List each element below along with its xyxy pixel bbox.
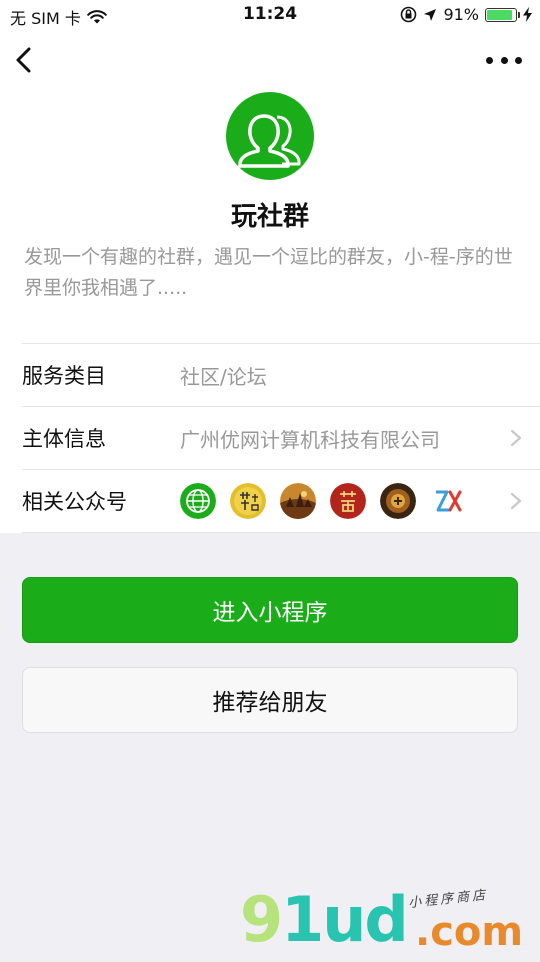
location-arrow-icon	[424, 8, 437, 21]
account-avatar-red-seal[interactable]	[330, 483, 366, 519]
recommend-to-friend-button[interactable]: 推荐给朋友	[22, 667, 518, 733]
back-icon[interactable]	[10, 42, 40, 78]
service-category-value: 社区/论坛	[180, 364, 267, 389]
status-bar: 无 SIM 卡 11:24 91%	[0, 0, 540, 30]
watermark-suffix: .com	[415, 909, 524, 955]
enter-miniprogram-button[interactable]: 进入小程序	[22, 577, 518, 643]
more-dot	[515, 56, 522, 64]
watermark-brand: 91ud	[240, 880, 409, 960]
group-users-icon	[238, 114, 301, 168]
entity-info-label: 主体信息	[22, 427, 106, 451]
charging-bolt-icon	[523, 7, 532, 22]
app-name: 玩社群	[230, 202, 309, 232]
account-avatar-zx[interactable]	[430, 483, 466, 519]
battery-icon	[485, 7, 520, 22]
entity-info-value: 广州优网计算机科技有限公司	[180, 427, 440, 452]
app-description: 发现一个有趣的社群，遇见一个逗比的群友，小-程-序的世界里你我相遇了.....	[24, 246, 513, 299]
status-right: 91%	[400, 5, 532, 24]
more-icon[interactable]	[486, 52, 522, 68]
service-category-label: 服务类目	[22, 364, 106, 388]
account-avatar-dark-gold[interactable]	[380, 483, 416, 519]
app-logo	[226, 92, 314, 180]
chevron-right-icon	[510, 429, 522, 447]
watermark-brand-a: 9	[240, 883, 283, 956]
account-avatar-landscape[interactable]	[280, 483, 316, 519]
entity-info-row[interactable]: 主体信息 广州优网计算机科技有限公司	[22, 406, 540, 469]
watermark-logo: 91ud .com 小程序商店	[240, 880, 540, 960]
service-category-row: 服务类目 社区/论坛	[22, 343, 540, 406]
related-accounts-label: 相关公众号	[22, 490, 127, 514]
chevron-right-icon	[510, 492, 522, 510]
more-dot	[500, 56, 508, 64]
watermark-brand-b: 1ud	[281, 883, 409, 956]
more-dot	[486, 56, 493, 64]
battery-percent: 91%	[443, 5, 479, 24]
related-accounts-list	[180, 483, 466, 519]
orientation-lock-icon	[401, 6, 417, 23]
related-accounts-row[interactable]: 相关公众号	[22, 469, 540, 533]
account-avatar-tea[interactable]	[230, 483, 266, 519]
account-avatar-globe[interactable]	[180, 483, 216, 519]
